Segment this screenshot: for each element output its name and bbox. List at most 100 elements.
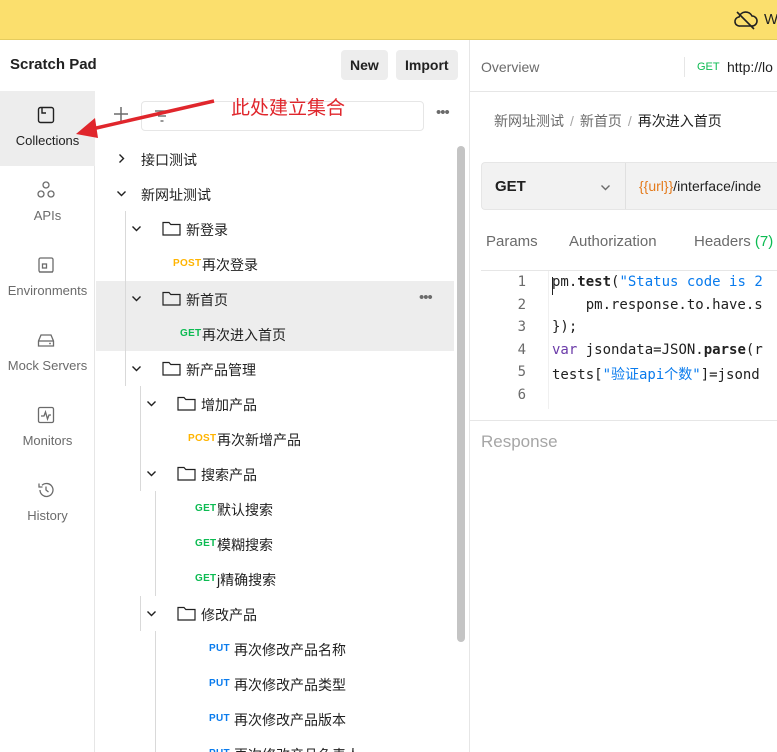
rail-item-apis[interactable]: APIs	[0, 166, 95, 241]
rail-label: History	[27, 508, 68, 523]
request-item[interactable]: PUT 再次修改产品版本	[96, 701, 454, 736]
chevron-down-icon[interactable]	[131, 293, 142, 304]
request-item[interactable]: GET 默认搜索	[96, 491, 454, 526]
rail-label: Environments	[7, 283, 88, 298]
chevron-down-icon[interactable]	[146, 398, 157, 409]
plus-icon[interactable]	[112, 105, 130, 123]
code-line: var jsondata=JSON.parse(r	[552, 341, 763, 358]
tab-request-method[interactable]: GET	[697, 61, 720, 73]
chevron-down-icon[interactable]	[146, 608, 157, 619]
method-badge: GET	[195, 538, 217, 549]
tab-params[interactable]: Params	[486, 233, 538, 250]
request-item[interactable]: GET 再次进入首页	[96, 316, 454, 351]
chevron-down-icon[interactable]	[116, 188, 127, 199]
url-variable: {{url}}	[639, 178, 674, 194]
import-button[interactable]: Import	[396, 50, 458, 80]
folder-item[interactable]: 新产品管理	[96, 351, 454, 386]
collection-label: 接口测试	[141, 152, 197, 168]
tree-indent-guide	[125, 281, 126, 316]
rail-item-collections[interactable]: Collections	[0, 91, 95, 166]
breadcrumb-item[interactable]: 新网址测试	[494, 113, 564, 129]
cloud-offline-icon[interactable]	[733, 10, 759, 30]
request-label: 模糊搜索	[217, 537, 273, 553]
tree-indent-guide	[155, 701, 156, 736]
chevron-down-icon[interactable]	[131, 363, 142, 374]
tab-request-url[interactable]: http://lo	[727, 59, 773, 75]
tab-overview[interactable]: Overview	[481, 59, 539, 75]
response-label: Response	[481, 432, 558, 451]
method-badge: POST	[188, 433, 217, 444]
chevron-right-icon[interactable]	[116, 153, 127, 164]
rail-item-environments[interactable]: Environments	[0, 241, 95, 316]
code-line: tests["验证api个数"]=jsond	[552, 367, 760, 383]
sidebar-scrollbar[interactable]	[457, 146, 465, 642]
folder-item[interactable]: 新登录	[96, 211, 454, 246]
method-select[interactable]: GET	[495, 178, 526, 195]
request-item[interactable]: GET j精确搜索	[96, 561, 454, 596]
code-editor[interactable]: 1 pm.test("Status code is 2 2 pm.response.…	[481, 270, 777, 409]
collection-item[interactable]: 新网址测试	[96, 176, 454, 211]
chevron-down-icon[interactable]	[146, 468, 157, 479]
collection-item[interactable]: 接口测试	[96, 141, 454, 176]
tree-indent-guide	[140, 596, 141, 631]
method-badge: GET	[195, 573, 217, 584]
folder-item[interactable]: 修改产品	[96, 596, 454, 631]
code-line: });	[552, 319, 578, 335]
url-input[interactable]: {{url}}/interface/inde	[639, 178, 761, 194]
rail-item-history[interactable]: History	[0, 466, 95, 541]
tab-headers[interactable]: Headers (7)	[694, 233, 773, 250]
folder-item[interactable]: 新首页 •••	[96, 281, 454, 316]
breadcrumb-item[interactable]: 新首页	[580, 113, 622, 129]
request-label: 再次新增产品	[217, 432, 301, 448]
request-label: 默认搜索	[217, 502, 273, 518]
more-actions-icon[interactable]: •••	[419, 289, 433, 306]
url-bar-divider	[625, 163, 626, 209]
method-badge: GET	[180, 328, 202, 339]
tree-indent-guide	[155, 526, 156, 561]
request-label: 再次修改产品负责人	[234, 745, 360, 752]
breadcrumb-separator: /	[627, 113, 632, 129]
response-divider	[470, 420, 777, 421]
rail-item-mock-servers[interactable]: Mock Servers	[0, 316, 95, 391]
rail-label: APIs	[33, 208, 62, 223]
tab-bar: Overview GET http://lo	[470, 40, 777, 92]
filter-icon	[155, 110, 169, 122]
folder-item[interactable]: 增加产品	[96, 386, 454, 421]
folder-label: 搜索产品	[201, 467, 257, 483]
code-line: pm.test("Status code is 2	[552, 274, 763, 290]
mock-servers-icon	[37, 334, 55, 347]
annotation-text: 此处建立集合	[231, 98, 346, 119]
tree-indent-guide	[125, 316, 126, 351]
line-number: 6	[517, 386, 526, 403]
request-item[interactable]: PUT 再次修改产品类型	[96, 666, 454, 701]
breadcrumb-current: 再次进入首页	[637, 113, 722, 129]
folder-label: 修改产品	[201, 607, 257, 623]
request-label: 再次进入首页	[202, 327, 286, 343]
line-number: 4	[517, 341, 526, 358]
request-label: 再次登录	[202, 257, 258, 273]
folder-item[interactable]: 搜索产品	[96, 456, 454, 491]
request-item[interactable]: POST 再次登录	[96, 246, 454, 281]
request-item[interactable]: POST 再次新增产品	[96, 421, 454, 456]
history-icon	[38, 482, 54, 498]
chevron-down-icon[interactable]	[131, 223, 142, 234]
request-item[interactable]: GET 模糊搜索	[96, 526, 454, 561]
collections-icon	[37, 106, 55, 124]
tab-headers-label: Headers	[694, 233, 751, 250]
sidebar-rail: Collections APIs Environments Mock Serve…	[0, 91, 95, 752]
request-url-bar: GET {{url}}/interface/inde	[481, 162, 777, 210]
code-line: pm.response.to.have.s	[552, 296, 763, 313]
tree-indent-guide	[155, 491, 156, 526]
request-item[interactable]: PUT 再次修改产品名称	[96, 631, 454, 666]
sidebar-header: Scratch Pad New Import	[0, 40, 469, 91]
url-path: /interface/inde	[673, 178, 762, 194]
request-item[interactable]: PUT 再次修改产品负责人	[96, 736, 454, 752]
chevron-down-icon[interactable]	[600, 182, 611, 193]
more-actions-icon[interactable]: •••	[436, 104, 450, 121]
request-label: 再次修改产品类型	[234, 677, 346, 693]
rail-item-monitors[interactable]: Monitors	[0, 391, 95, 466]
line-number: 3	[517, 319, 526, 335]
request-label: 再次修改产品版本	[234, 712, 346, 728]
new-button[interactable]: New	[341, 50, 388, 80]
tab-authorization[interactable]: Authorization	[569, 233, 657, 250]
